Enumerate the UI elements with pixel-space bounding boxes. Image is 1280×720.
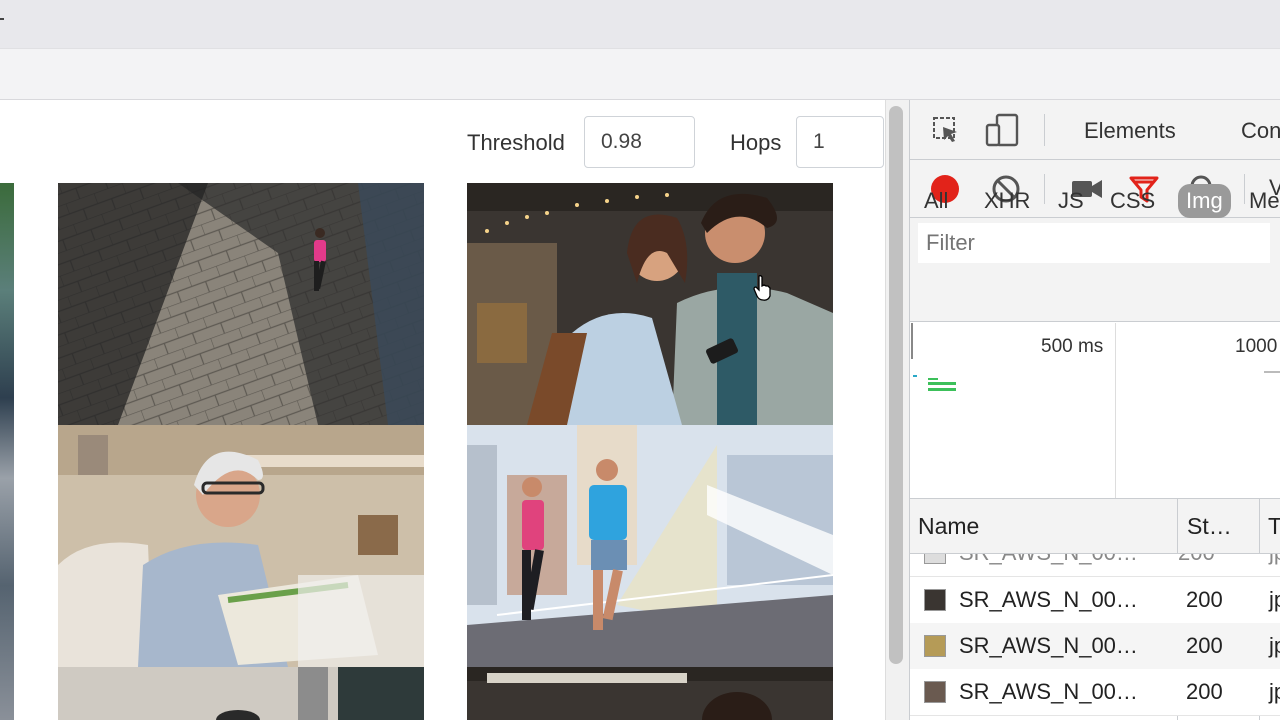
request-type: jp <box>1269 554 1280 566</box>
request-name: SR_AWS_N_00… <box>959 587 1138 612</box>
tab-console[interactable]: Con <box>1241 118 1280 144</box>
filter-input[interactable] <box>918 223 1270 263</box>
timeline-bar-green-1 <box>928 382 956 385</box>
image-man-newspaper[interactable] <box>58 425 424 667</box>
image-partial-bottom-left[interactable] <box>58 667 424 720</box>
image-runner-pavement[interactable] <box>58 183 424 425</box>
request-name: SR_AWS_N_00… <box>959 633 1138 658</box>
request-name: SR_AWS_N_00… <box>959 679 1138 704</box>
request-status: 200 <box>1186 633 1223 658</box>
image-thumbnail-icon <box>924 589 946 611</box>
requests-list: SR_AWS_N_00… 200 jp SR_AWS_N_00… 200 jp … <box>910 554 1280 720</box>
request-type: jp <box>1269 679 1280 704</box>
request-name: SR_AWS_N_00… <box>959 554 1138 566</box>
request-status: 200 <box>1186 587 1223 612</box>
tab-elements[interactable]: Elements <box>1084 118 1176 144</box>
column-name[interactable]: Name <box>918 513 979 540</box>
threshold-input[interactable] <box>584 116 695 168</box>
type-all[interactable]: All <box>924 184 948 218</box>
hops-input[interactable] <box>796 116 884 168</box>
timeline-bar-gray <box>1264 371 1280 373</box>
mouse-cursor-icon <box>753 275 771 301</box>
type-img[interactable]: Img <box>1178 184 1231 218</box>
type-media[interactable]: Me <box>1249 184 1280 218</box>
image-partial-bottom-right[interactable] <box>467 667 833 720</box>
browser-tab-strip <box>0 0 1280 48</box>
type-css[interactable]: CSS <box>1110 184 1155 218</box>
hops-label: Hops <box>730 130 782 155</box>
browser-toolbar <box>0 48 1280 100</box>
image-thumbnail-icon <box>924 554 946 564</box>
image-couple-phone[interactable] <box>467 183 833 425</box>
column-type[interactable]: T <box>1268 513 1280 540</box>
image-runners-bridge[interactable] <box>467 425 833 667</box>
timeline-tick-1000: 1000 <box>1235 336 1278 357</box>
device-toolbar-icon[interactable] <box>984 112 1020 148</box>
page-scrollbar-thumb[interactable] <box>889 106 903 664</box>
type-js[interactable]: JS <box>1058 184 1084 218</box>
type-xhr[interactable]: XHR <box>984 184 1030 218</box>
timeline-gridline <box>1115 323 1116 498</box>
request-row[interactable]: SR_AWS_N_00… 200 jp <box>910 554 1280 577</box>
partial-image-column[interactable] <box>0 183 14 720</box>
timeline-bar-blue <box>913 375 917 377</box>
timeline-bar-green-3 <box>928 378 938 380</box>
image-thumbnail-icon <box>924 635 946 657</box>
request-status: 200 <box>1178 554 1215 566</box>
inspect-element-icon[interactable] <box>928 112 964 148</box>
threshold-label: Threshold <box>467 130 565 155</box>
request-row[interactable]: SR_AWS_N_00… 200 jp <box>910 669 1280 716</box>
request-row[interactable]: SR_AWS_N_00… 200 jp <box>910 623 1280 670</box>
timeline-tick-500: 500 ms <box>1041 336 1104 357</box>
request-type: jp <box>1269 633 1280 658</box>
request-type: jp <box>1269 587 1280 612</box>
timeline-bar-green-2 <box>928 388 956 391</box>
devtools-tabbar: Elements Con <box>910 100 1280 160</box>
request-row[interactable]: SR_AWS_N_00… 200 jp <box>910 577 1280 624</box>
column-status[interactable]: St… <box>1187 513 1232 540</box>
request-status: 200 <box>1186 679 1223 704</box>
image-thumbnail-icon <box>924 681 946 703</box>
timeline-start-marker <box>911 323 913 359</box>
tab-edge <box>0 18 4 20</box>
